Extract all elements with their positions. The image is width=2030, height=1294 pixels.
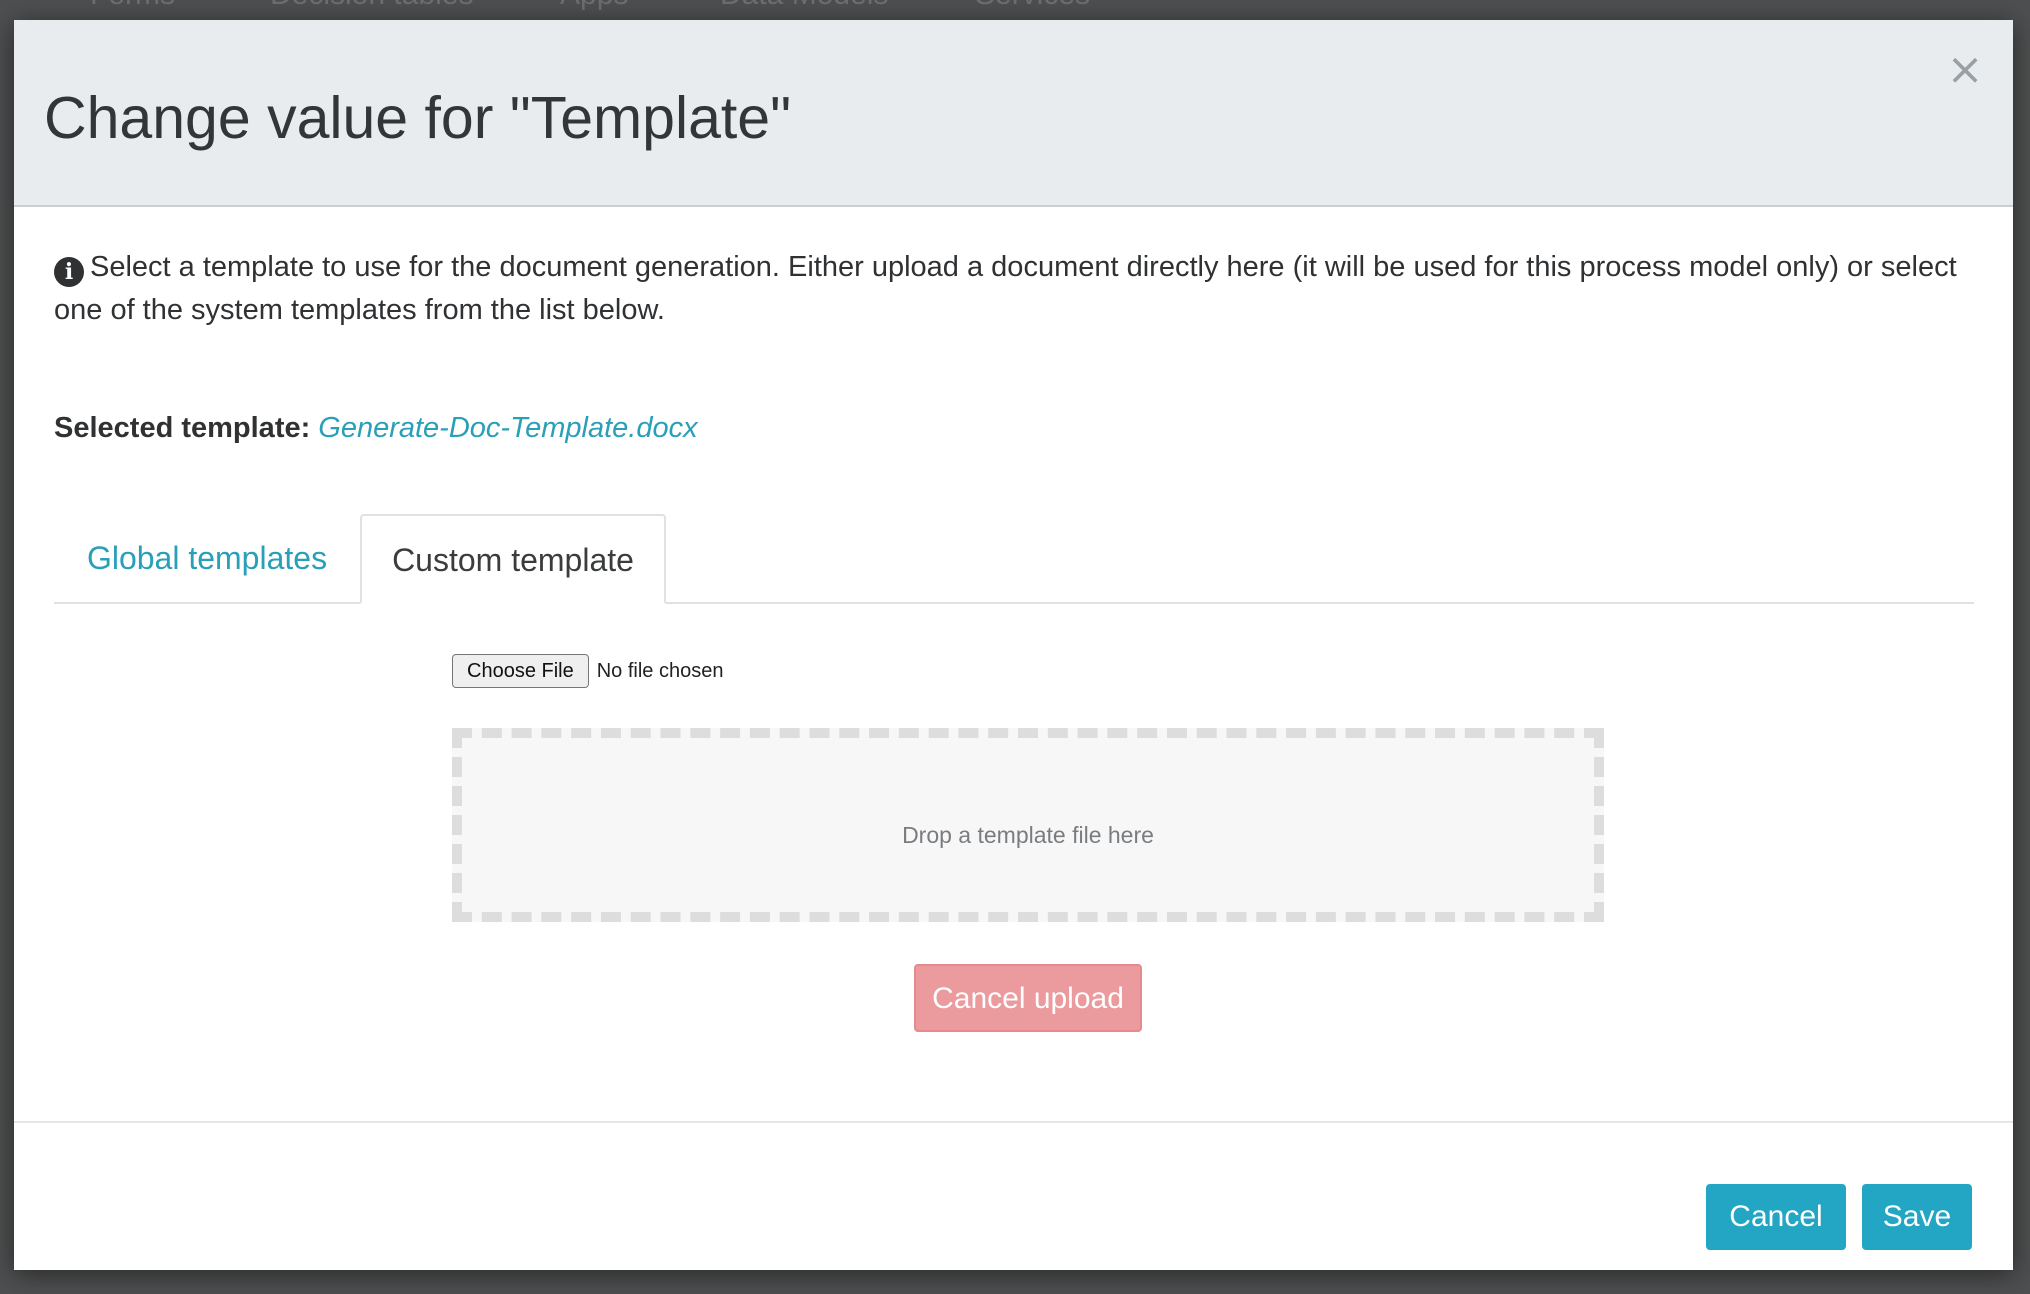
- selected-template-label: Selected template:: [54, 412, 311, 444]
- info-message: i Select a template to use for the docume…: [54, 246, 1994, 332]
- cancel-upload-button[interactable]: Cancel upload: [914, 964, 1142, 1032]
- file-input: Choose File No file chosen: [452, 654, 723, 688]
- selected-template-value[interactable]: Generate-Doc-Template.docx: [318, 412, 697, 444]
- info-circle-icon: i: [54, 257, 84, 287]
- background-nav-item: Apps: [560, 0, 628, 12]
- background-nav-item: Decision tables: [270, 0, 473, 12]
- cancel-button[interactable]: Cancel: [1706, 1184, 1846, 1250]
- dropzone-text: Drop a template file here: [902, 822, 1154, 848]
- modal-footer: Cancel Save: [14, 1121, 2013, 1272]
- file-dropzone[interactable]: Drop a template file here: [452, 728, 1604, 922]
- background-nav-item: Services: [975, 0, 1090, 12]
- template-tabs: Global templates Custom template: [54, 514, 1974, 604]
- tab-global-templates[interactable]: Global templates: [54, 514, 360, 602]
- file-status-text: No file chosen: [596, 659, 724, 682]
- background-nav: Forms Decision tables Apps Data Models S…: [0, 0, 2030, 20]
- close-icon[interactable]: ×: [1945, 48, 1985, 92]
- modal-header: Change value for "Template" ×: [14, 20, 2013, 207]
- background-nav-item: Data Models: [720, 0, 888, 12]
- selected-template-row: Selected template: Generate-Doc-Template.…: [54, 412, 698, 445]
- modal-title: Change value for "Template": [44, 85, 792, 151]
- background-nav-item: Forms: [90, 0, 175, 12]
- save-button[interactable]: Save: [1862, 1184, 1972, 1250]
- choose-file-button[interactable]: Choose File: [452, 654, 589, 688]
- info-message-text: Select a template to use for the documen…: [54, 251, 1957, 326]
- change-value-modal: Change value for "Template" × i Select a …: [14, 20, 2013, 1270]
- tab-custom-template[interactable]: Custom template: [360, 514, 666, 604]
